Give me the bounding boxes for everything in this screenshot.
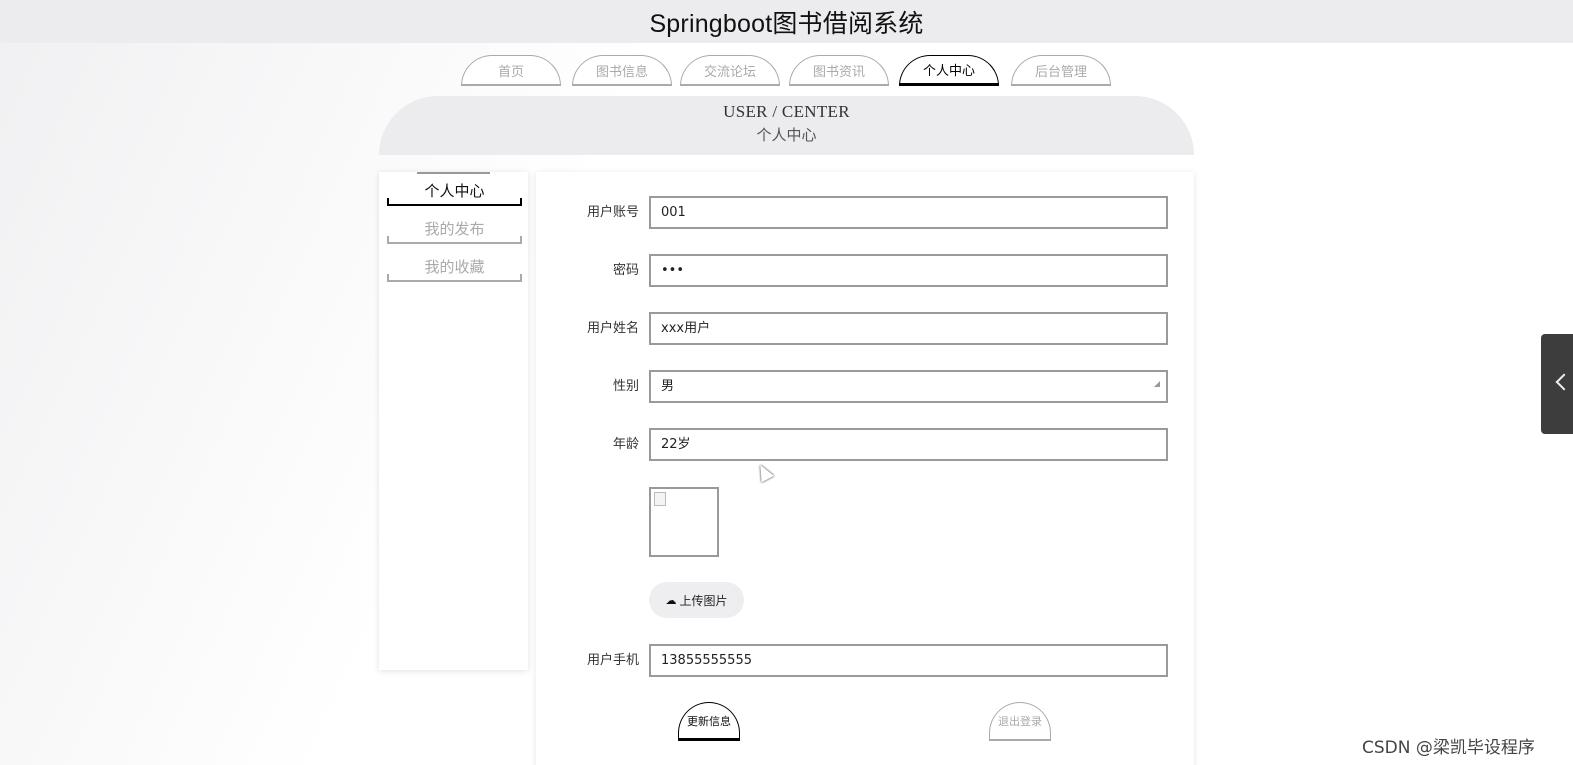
chevron-left-icon xyxy=(1555,373,1573,391)
upload-image-button[interactable]: ☁ 上传图片 xyxy=(649,582,744,618)
page-banner: USER / CENTER 个人中心 xyxy=(379,96,1194,155)
account-row: 用户账号 001 xyxy=(536,196,1194,229)
banner-title-en: USER / CENTER xyxy=(723,102,850,121)
nav-book-news[interactable]: 图书资讯 xyxy=(789,55,889,86)
phone-label: 用户手机 xyxy=(586,653,639,668)
phone-field[interactable]: 13855555555 xyxy=(649,644,1168,677)
sidebar-item-label: 个人中心 xyxy=(424,181,485,200)
sidebar-item-label: 我的发布 xyxy=(424,219,485,238)
watermark: CSDN @梁凯毕设程序 xyxy=(1362,738,1535,758)
gender-select[interactable]: 男 xyxy=(649,370,1168,403)
update-info-button[interactable]: 更新信息 xyxy=(678,702,740,741)
sidebar-item-my-posts[interactable]: 我的发布 xyxy=(387,214,522,244)
account-field[interactable]: 001 xyxy=(649,196,1168,229)
avatar-preview xyxy=(649,487,719,557)
password-field[interactable]: ••• xyxy=(649,254,1168,287)
side-drawer-toggle[interactable] xyxy=(1541,334,1573,434)
password-row: 密码 ••• xyxy=(536,254,1194,287)
top-header: Springboot图书借阅系统 xyxy=(0,0,1573,43)
logout-button[interactable]: 退出登录 xyxy=(989,702,1051,741)
account-label: 用户账号 xyxy=(586,205,639,220)
cloud-upload-icon: ☁ xyxy=(665,593,677,607)
gender-value: 男 xyxy=(661,379,675,394)
nav-forum[interactable]: 交流论坛 xyxy=(680,55,780,86)
site-title: Springboot图书借阅系统 xyxy=(649,9,924,38)
banner-title-zh: 个人中心 xyxy=(756,126,817,144)
main-nav: 首页 图书信息 交流论坛 图书资讯 个人中心 后台管理 xyxy=(0,55,1573,87)
broken-image-icon xyxy=(654,492,666,506)
sidebar-item-my-favorites[interactable]: 我的收藏 xyxy=(387,252,522,282)
sidebar-item-label: 我的收藏 xyxy=(424,257,485,276)
upload-label: 上传图片 xyxy=(679,593,728,608)
nav-home[interactable]: 首页 xyxy=(461,55,561,86)
password-label: 密码 xyxy=(612,263,639,278)
age-row: 年龄 22岁 xyxy=(536,428,1194,461)
sidebar: 个人中心 我的发布 我的收藏 xyxy=(379,172,528,670)
name-field[interactable]: xxx用户 xyxy=(649,312,1168,345)
sidebar-item-user-center[interactable]: 个人中心 xyxy=(387,176,522,206)
name-label: 用户姓名 xyxy=(586,321,639,336)
age-label: 年龄 xyxy=(612,437,639,452)
gender-label: 性别 xyxy=(612,379,639,394)
nav-book-info[interactable]: 图书信息 xyxy=(572,55,672,86)
dropdown-arrow-icon xyxy=(1154,381,1160,387)
profile-form-panel: 用户账号 001 密码 ••• 用户姓名 xxx用户 性别 男 年龄 22岁 ☁… xyxy=(536,172,1194,765)
phone-row: 用户手机 13855555555 xyxy=(536,644,1194,677)
nav-user-center[interactable]: 个人中心 xyxy=(899,55,999,86)
name-row: 用户姓名 xxx用户 xyxy=(536,312,1194,345)
gender-row: 性别 男 xyxy=(536,370,1194,403)
nav-admin[interactable]: 后台管理 xyxy=(1011,55,1111,86)
age-field[interactable]: 22岁 xyxy=(649,428,1168,461)
sidebar-divider xyxy=(417,172,490,174)
